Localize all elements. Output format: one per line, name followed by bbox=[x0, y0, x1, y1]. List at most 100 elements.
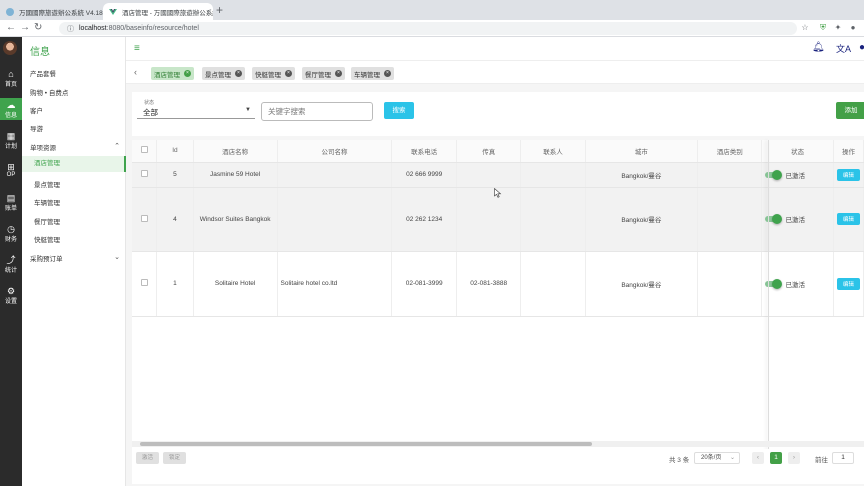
edit-button[interactable]: 编辑 bbox=[836, 168, 860, 181]
tag-speedboats[interactable]: 快艇管理 × bbox=[252, 67, 295, 80]
calendar-icon: ▦ bbox=[6, 131, 16, 141]
sidebar-item-restaurants[interactable]: 餐厅管理 bbox=[34, 216, 60, 226]
sidebar-item-attractions[interactable]: 景点管理 bbox=[34, 179, 60, 189]
nav-finance[interactable]: ◷ 财务 bbox=[0, 224, 22, 243]
browser-tab-2[interactable]: 酒店管理 - 万國國際旅遊辦公系統 × bbox=[103, 3, 213, 20]
close-icon[interactable]: × bbox=[384, 70, 391, 77]
status-toggle[interactable]: 已激活 bbox=[765, 278, 805, 289]
nav-info[interactable]: ☁ 信息 bbox=[0, 98, 22, 120]
nav-stats[interactable]: ⤴ 统计 bbox=[0, 255, 22, 274]
cell-city: Bangkok/曼谷 bbox=[585, 162, 699, 188]
scrollbar-thumb[interactable] bbox=[140, 442, 592, 446]
sidebar-group-label: 采购预订单 bbox=[30, 256, 63, 263]
chevron-left-icon[interactable]: ‹ bbox=[134, 67, 137, 77]
tag-hotel[interactable]: 酒店管理 × bbox=[151, 67, 194, 80]
table-footer: 激活 锁定 共 3 条 20条/页 ⌄ ‹ 1 › 前往 1 bbox=[132, 449, 864, 471]
close-icon[interactable]: × bbox=[235, 70, 242, 77]
new-tab-icon[interactable]: + bbox=[216, 3, 223, 17]
column-header-phone[interactable]: 联系电话 bbox=[391, 140, 457, 163]
menu-icon[interactable]: ≡ bbox=[134, 43, 140, 54]
page-size-select[interactable]: 20条/页 ⌄ bbox=[694, 452, 740, 464]
translate-icon[interactable]: 文A bbox=[836, 42, 851, 55]
column-header-status[interactable]: 状态 bbox=[761, 140, 834, 163]
profile-icon[interactable]: ● bbox=[848, 23, 858, 33]
activate-button[interactable]: 激活 bbox=[136, 452, 159, 464]
horizontal-scrollbar[interactable] bbox=[132, 441, 864, 447]
sidebar-item-customers[interactable]: 客户 bbox=[30, 105, 43, 115]
tag-label: 餐厅管理 bbox=[305, 71, 331, 79]
goto-label: 前往 bbox=[815, 457, 828, 464]
edit-button[interactable]: 编辑 bbox=[836, 213, 860, 225]
add-button[interactable]: 添加 bbox=[836, 102, 864, 119]
column-header-company[interactable]: 公司名称 bbox=[277, 140, 393, 163]
avatar[interactable] bbox=[3, 41, 17, 55]
sidebar-item-packages[interactable]: 产品套餐 bbox=[30, 68, 56, 78]
forward-arrow-icon[interactable]: → bbox=[20, 22, 30, 34]
close-icon[interactable]: × bbox=[184, 70, 191, 77]
url-input[interactable]: ⓘ localhost:8080/baseinfo/resource/hotel bbox=[59, 22, 797, 35]
bell-icon[interactable]: 🔔︎ bbox=[812, 42, 825, 53]
column-header-hotel[interactable]: 酒店名称 bbox=[193, 140, 278, 163]
cell-action: 编辑 bbox=[833, 251, 864, 317]
sidebar-item-guides[interactable]: 导游 bbox=[30, 123, 43, 133]
tag-label: 景点管理 bbox=[205, 71, 231, 79]
tag-restaurants[interactable]: 餐厅管理 × bbox=[302, 67, 345, 80]
column-header-category[interactable]: 酒店类别 bbox=[697, 140, 763, 163]
row-checkbox[interactable] bbox=[132, 251, 158, 317]
dropdown-arrow-icon: ▼ bbox=[245, 107, 251, 113]
column-header-city[interactable]: 城市 bbox=[585, 140, 699, 163]
cell-hotel: Solitaire Hotel bbox=[193, 251, 278, 317]
nav-op[interactable]: ⊞ OP bbox=[0, 162, 22, 180]
table-row[interactable]: 1 Solitaire Hotel Solitaire hotel co.ltd… bbox=[132, 251, 864, 317]
close-icon[interactable]: × bbox=[335, 70, 342, 77]
close-icon[interactable]: × bbox=[285, 70, 292, 77]
back-arrow-icon[interactable]: ← bbox=[6, 22, 16, 34]
shield-extension-icon[interactable]: ⛨ bbox=[818, 23, 828, 33]
url-path: :8080/baseinfo/resource/hotel bbox=[106, 25, 199, 32]
sidebar-item-hotel[interactable]: 酒店管理 bbox=[22, 156, 126, 172]
column-header-contact[interactable]: 联系人 bbox=[520, 140, 586, 163]
next-page-button[interactable]: › bbox=[788, 452, 800, 464]
column-header-id[interactable]: Id bbox=[156, 140, 194, 163]
prev-page-button[interactable]: ‹ bbox=[752, 452, 764, 464]
row-checkbox[interactable] bbox=[132, 187, 158, 252]
sidebar-item-speedboats[interactable]: 快艇管理 bbox=[34, 234, 60, 244]
nav-label: 计划 bbox=[4, 144, 17, 150]
chevron-up-icon: ⌃ bbox=[114, 143, 120, 150]
status-toggle[interactable]: 已激活 bbox=[765, 169, 805, 180]
reload-icon[interactable]: ↻ bbox=[34, 22, 42, 34]
sidebar-item-vehicles[interactable]: 车辆管理 bbox=[34, 197, 60, 207]
extensions-icon[interactable]: ✦ bbox=[833, 23, 843, 33]
edit-button[interactable]: 编辑 bbox=[836, 277, 860, 290]
page-number-current[interactable]: 1 bbox=[770, 452, 782, 464]
cell-action: 编辑 bbox=[833, 187, 864, 252]
column-header-fax[interactable]: 传真 bbox=[456, 140, 522, 163]
nav-plan[interactable]: ▦ 计划 bbox=[0, 131, 22, 150]
nav-settings[interactable]: ⚙ 设置 bbox=[0, 286, 22, 305]
cell-fax: 02-081-3888 bbox=[456, 251, 522, 317]
select-all-checkbox[interactable] bbox=[132, 140, 158, 163]
bookmark-star-icon[interactable]: ☆ bbox=[800, 23, 810, 33]
tag-attractions[interactable]: 景点管理 × bbox=[202, 67, 245, 80]
tag-label: 快艇管理 bbox=[255, 71, 281, 79]
row-checkbox[interactable] bbox=[132, 162, 158, 188]
table-row[interactable]: 5 Jasmine 59 Hotel 02 666 9999 Bangkok/曼… bbox=[132, 162, 864, 188]
search-button[interactable]: 搜索 bbox=[384, 102, 414, 119]
status-text: 已激活 bbox=[785, 172, 805, 180]
gear-icon: ⚙ bbox=[6, 286, 16, 296]
tag-vehicles[interactable]: 车辆管理 × bbox=[351, 67, 394, 80]
browser-tab-1[interactable]: 万國國際旅遊辦公系統 V4.18 × bbox=[0, 3, 103, 20]
nav-home[interactable]: ⌂ 首页 bbox=[0, 69, 22, 88]
sidebar-group-purchase[interactable]: 采购预订单 ⌄ bbox=[30, 253, 120, 263]
user-icon[interactable]: ● bbox=[859, 42, 864, 53]
cell-city: Bangkok/曼谷 bbox=[585, 251, 699, 317]
sidebar-group-resources[interactable]: 单项资源 ⌃ bbox=[30, 142, 120, 152]
lock-button[interactable]: 锁定 bbox=[163, 452, 186, 464]
sidebar-item-shopping[interactable]: 购物 • 自费点 bbox=[30, 87, 68, 97]
keyword-search-input[interactable]: 关键字搜索 bbox=[261, 102, 373, 121]
goto-page-input[interactable]: 1 bbox=[832, 452, 854, 464]
nav-bill[interactable]: ▤ 账单 bbox=[0, 193, 22, 212]
status-select[interactable]: 状态 全部 ▼ bbox=[137, 99, 255, 119]
status-toggle[interactable]: 已激活 bbox=[765, 214, 805, 224]
nav-label: OP bbox=[6, 172, 16, 178]
